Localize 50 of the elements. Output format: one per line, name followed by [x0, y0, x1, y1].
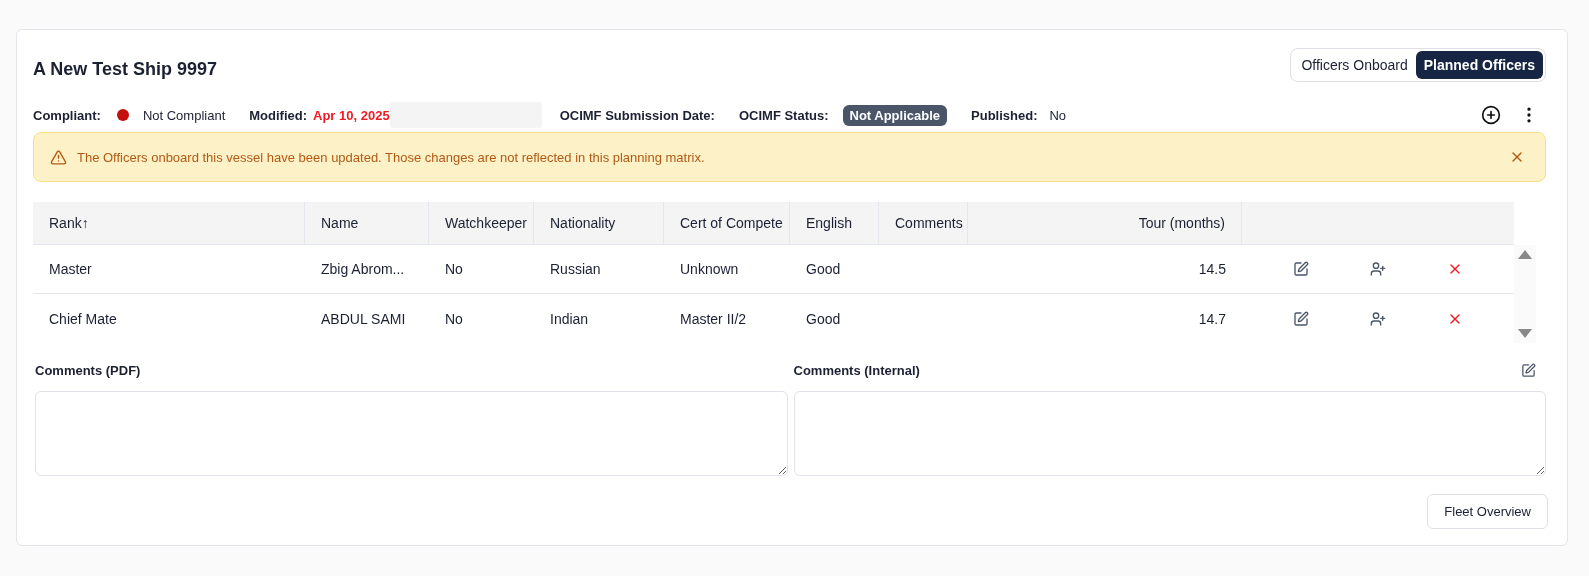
table-cell-text: No: [444, 309, 464, 329]
scroll-up-icon[interactable]: [1518, 249, 1532, 259]
table-cell: Good: [790, 245, 879, 294]
table-cell-text: ABDUL SAMI: [320, 309, 407, 329]
view-toggle-option[interactable]: Officers Onboard: [1293, 51, 1416, 79]
column-header[interactable]: Watchkeeper: [429, 202, 534, 245]
alert-text: The Officers onboard this vessel have been updated. Those changes are not reflected in this planning matrix.: [77, 149, 706, 165]
comments-label: Comments (PDF): [35, 362, 141, 378]
edit-icon[interactable]: [1521, 362, 1536, 378]
column-header[interactable]: Tour (months): [968, 202, 1242, 245]
table-cell: Zbig Abrom...: [305, 245, 429, 294]
status-pill: Not Applicable: [842, 104, 948, 126]
compliant-label: Compliant:: [33, 107, 101, 123]
column-header[interactable]: Comments: [879, 202, 968, 245]
table-cell: 14.5: [968, 245, 1242, 294]
column-header[interactable]: Nationality: [534, 202, 664, 245]
column-header[interactable]: Cert of Compete: [664, 202, 790, 245]
column-header[interactable]: Rank↑: [33, 202, 305, 245]
fleet-overview-button[interactable]: Fleet Overview: [1427, 494, 1548, 529]
vessel-title: A New Test Ship 9997: [33, 58, 218, 80]
table-cell: Unknown: [664, 245, 790, 294]
warning-icon: [50, 148, 67, 166]
column-header[interactable]: English: [790, 202, 879, 245]
scroll-down-icon[interactable]: [1518, 329, 1532, 339]
modified-label: Modified:: [249, 107, 308, 123]
table-cell-text: Good: [805, 309, 842, 329]
table-cell: Master: [33, 245, 305, 294]
table-cell: Russian: [534, 245, 664, 294]
view-toggle-option[interactable]: Planned Officers: [1415, 51, 1543, 79]
published-value: No: [1049, 107, 1067, 123]
modified-date: Apr 10, 2025: [313, 107, 390, 123]
table-cell: No: [429, 245, 534, 294]
submission-label: OCIMF Submission Date:: [559, 107, 715, 123]
add-user-icon[interactable]: [1370, 310, 1386, 327]
add-user-icon[interactable]: [1370, 261, 1386, 277]
status-label: OCIMF Status:: [738, 107, 829, 123]
table-cell-text: Master II/2: [679, 309, 748, 329]
comments-label: Comments (Internal): [793, 362, 920, 378]
compliant-value: Not Compliant: [142, 107, 226, 123]
scrollbar[interactable]: [1514, 245, 1536, 343]
table-cell-text: Chief Mate: [48, 309, 118, 329]
add-icon[interactable]: [1481, 105, 1501, 125]
table-cell-text: Indian: [549, 309, 590, 329]
column-header[interactable]: Name: [305, 202, 429, 245]
edit-icon[interactable]: [1292, 261, 1309, 277]
comments-field[interactable]: [35, 391, 788, 476]
published-label: Published:: [971, 107, 1038, 123]
comments-field[interactable]: [793, 391, 1546, 476]
table-cell-text: 14.7: [1197, 309, 1227, 329]
edit-icon[interactable]: [1292, 310, 1309, 327]
